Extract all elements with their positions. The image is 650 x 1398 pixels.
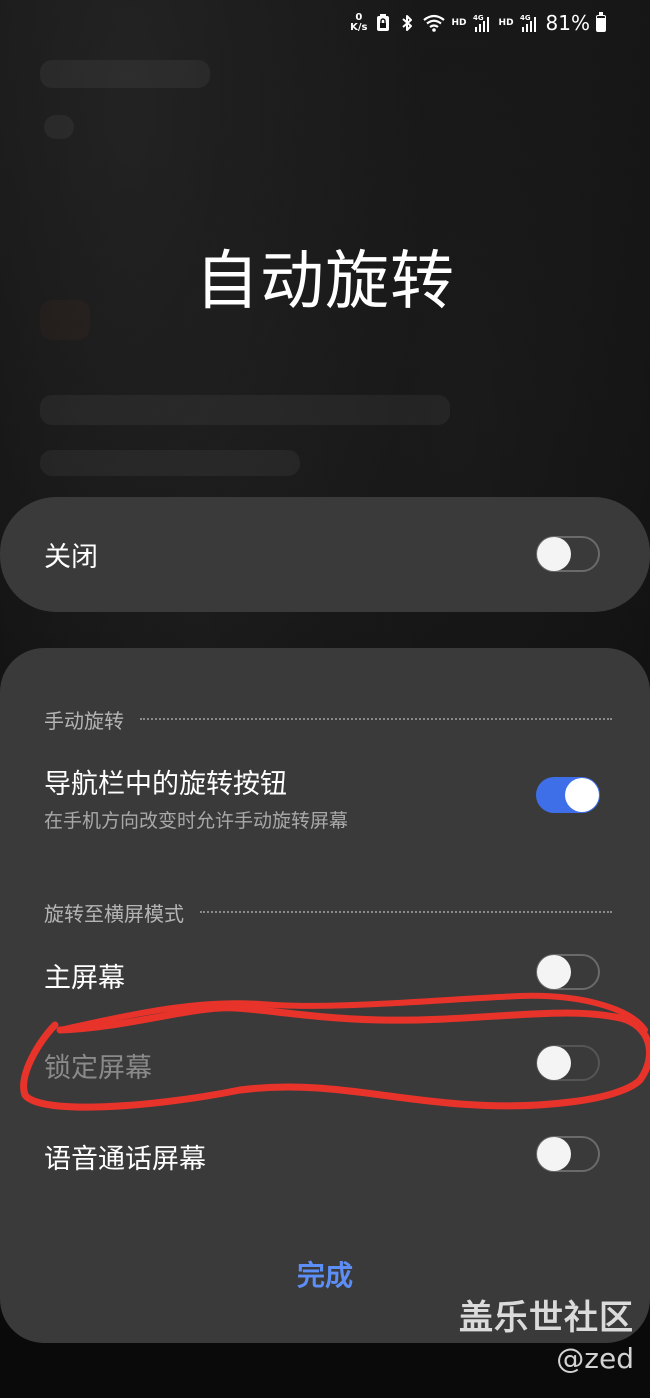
master-toggle-switch[interactable] — [536, 536, 600, 572]
lock-screen-toggle[interactable] — [536, 1045, 600, 1081]
done-button[interactable]: 完成 — [0, 1254, 650, 1294]
wifi-icon — [422, 14, 445, 32]
toggle-knob — [537, 955, 571, 989]
net-speed-icon: 0 K/s — [350, 13, 367, 33]
home-screen-title: 主屏幕 — [44, 963, 125, 994]
section-divider — [140, 717, 612, 720]
net-speed-unit: K/s — [350, 22, 368, 33]
lock-battery-icon — [376, 14, 389, 31]
background-ghost — [40, 450, 300, 476]
signal-icon: 4G — [520, 14, 536, 32]
watermark-logo: 盖乐世社区 — [459, 1298, 634, 1338]
toggle-knob — [565, 778, 599, 812]
master-toggle-card[interactable]: 关闭 — [0, 497, 650, 612]
master-toggle-label: 关闭 — [44, 542, 98, 573]
home-screen-toggle[interactable] — [536, 954, 600, 990]
toggle-knob — [537, 1046, 571, 1080]
lock-screen-title: 锁定屏幕 — [44, 1053, 152, 1084]
section-header-landscape: 旋转至横屏模式 — [44, 898, 612, 927]
nav-rotate-button-subtitle: 在手机方向改变时允许手动旋转屏幕 — [44, 810, 349, 832]
nav-rotate-button-toggle[interactable] — [536, 777, 600, 813]
watermark-user: @zed — [556, 1342, 634, 1375]
battery-percent: 81% — [545, 11, 590, 35]
hd-label: HD — [498, 18, 514, 28]
voice-call-title: 语音通话屏幕 — [44, 1144, 206, 1175]
status-bar: 0 K/s HD 4G HD 4G 81% — [350, 8, 606, 38]
toggle-knob — [537, 537, 571, 571]
background-ghost — [44, 115, 74, 139]
svg-text:4G: 4G — [473, 14, 484, 22]
settings-card: 手动旋转 导航栏中的旋转按钮 在手机方向改变时允许手动旋转屏幕 旋转至横屏模式 … — [0, 648, 650, 1343]
battery-icon — [596, 11, 606, 32]
section-divider — [200, 910, 612, 913]
svg-text:4G: 4G — [520, 14, 531, 22]
battery-fill — [597, 18, 605, 31]
signal-icon: 4G — [473, 14, 489, 32]
voice-call-toggle[interactable] — [536, 1136, 600, 1172]
section-header-manual: 手动旋转 — [44, 705, 612, 734]
section-header-label: 手动旋转 — [44, 709, 124, 733]
background-ghost — [40, 395, 450, 425]
toggle-knob — [537, 1137, 571, 1171]
bluetooth-icon — [401, 15, 412, 31]
background-ghost — [40, 60, 210, 88]
nav-rotate-button-title: 导航栏中的旋转按钮 — [44, 769, 287, 800]
section-header-label: 旋转至横屏模式 — [44, 902, 184, 926]
page-title: 自动旋转 — [195, 245, 455, 319]
hd-label: HD — [451, 18, 467, 28]
